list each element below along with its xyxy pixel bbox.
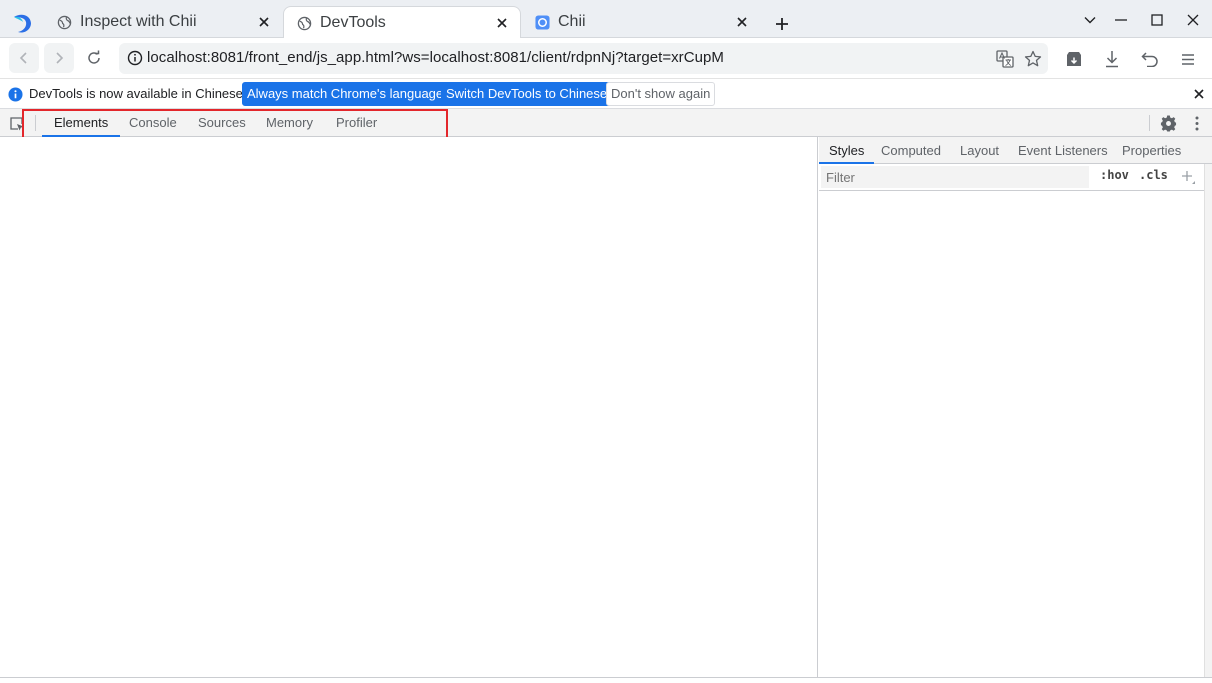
reload-icon <box>88 50 100 64</box>
dont-show-again-button[interactable]: Don't show again <box>606 82 716 106</box>
always-match-language-button[interactable]: Always match Chrome's language <box>242 82 449 106</box>
tab-layout[interactable]: Layout <box>950 137 1009 164</box>
url-text[interactable]: localhost:8081/front_end/js_app.html?ws=… <box>147 49 724 66</box>
elements-dom-tree-pane[interactable] <box>0 137 818 677</box>
site-info-icon[interactable] <box>127 50 143 66</box>
undo-icon[interactable] <box>1139 48 1161 70</box>
address-bar[interactable]: localhost:8081/front_end/js_app.html?ws=… <box>119 43 1048 74</box>
close-tab-icon[interactable] <box>734 14 750 30</box>
devtools-tab-bar: Elements Console Sources Memory Profiler <box>0 109 1212 137</box>
extensions-save-icon[interactable] <box>1063 48 1085 70</box>
tab-title: DevTools <box>320 14 386 31</box>
more-options-kebab-icon[interactable] <box>1191 115 1203 132</box>
tab-event-listeners[interactable]: Event Listeners <box>1008 137 1118 164</box>
infobar-close-icon[interactable] <box>1192 87 1206 101</box>
new-style-rule-plus-icon[interactable] <box>1180 169 1196 185</box>
settings-gear-icon[interactable] <box>1160 115 1177 132</box>
tab-sources[interactable]: Sources <box>186 109 258 137</box>
tab-strip: Inspect with Chii DevTools Chii <box>0 0 1212 39</box>
tab-devtools[interactable]: DevTools <box>283 6 521 39</box>
tab-styles[interactable]: Styles <box>819 137 875 164</box>
tab-inspect-with-chii[interactable]: Inspect with Chii <box>44 6 282 38</box>
toolbar-divider <box>1149 115 1150 131</box>
reload-button[interactable] <box>79 43 109 73</box>
bookmark-star-icon[interactable] <box>1024 50 1042 68</box>
globe-icon <box>296 15 312 31</box>
browser-logo-icon <box>14 14 31 33</box>
chii-favicon-icon <box>534 14 550 30</box>
back-arrow-icon <box>19 52 27 64</box>
tab-memory[interactable]: Memory <box>254 109 325 137</box>
info-icon <box>8 87 23 102</box>
styles-filter-row: :hov .cls <box>819 164 1204 191</box>
class-toggle-button[interactable]: .cls <box>1139 168 1168 182</box>
sidebar-tab-bar: Styles Computed Layout Event Listeners P… <box>819 137 1212 164</box>
styles-sidebar-pane: Styles Computed Layout Event Listeners P… <box>819 137 1212 677</box>
switch-to-chinese-button[interactable]: Switch DevTools to Chinese <box>441 82 613 106</box>
window-bottom-edge <box>0 677 1212 683</box>
tab-title: Chii <box>558 13 586 30</box>
close-tab-icon[interactable] <box>256 14 272 30</box>
tab-search-chevron-icon[interactable] <box>1081 11 1099 29</box>
download-icon[interactable] <box>1101 48 1123 70</box>
tab-profiler[interactable]: Profiler <box>324 109 389 137</box>
maximize-icon[interactable] <box>1148 11 1166 29</box>
window-close-icon[interactable] <box>1184 11 1202 29</box>
language-infobar: DevTools is now available in Chinese! Al… <box>0 79 1212 109</box>
tab-chii[interactable]: Chii <box>522 6 760 38</box>
menu-hamburger-icon[interactable] <box>1177 48 1199 70</box>
inspect-element-icon[interactable] <box>9 116 25 132</box>
sidebar-scrollbar[interactable] <box>1204 164 1212 677</box>
back-button[interactable] <box>9 43 39 73</box>
tab-elements[interactable]: Elements <box>42 109 121 137</box>
styles-filter-input[interactable] <box>821 166 1089 188</box>
tab-properties[interactable]: Properties <box>1112 137 1191 164</box>
infobar-message: DevTools is now available in Chinese! <box>29 86 247 101</box>
forward-arrow-icon <box>56 52 64 64</box>
hover-state-toggle-button[interactable]: :hov <box>1100 168 1129 182</box>
tab-console[interactable]: Console <box>117 109 189 137</box>
toolbar-divider <box>35 115 36 131</box>
browser-toolbar: localhost:8081/front_end/js_app.html?ws=… <box>0 38 1212 79</box>
close-tab-icon[interactable] <box>494 15 510 31</box>
forward-button[interactable] <box>44 43 74 73</box>
translate-icon[interactable] <box>996 50 1014 68</box>
tab-title: Inspect with Chii <box>80 13 197 30</box>
tab-computed[interactable]: Computed <box>871 137 951 164</box>
globe-icon <box>56 14 72 30</box>
new-tab-plus-icon[interactable] <box>772 14 792 34</box>
minimize-icon[interactable] <box>1112 11 1130 29</box>
